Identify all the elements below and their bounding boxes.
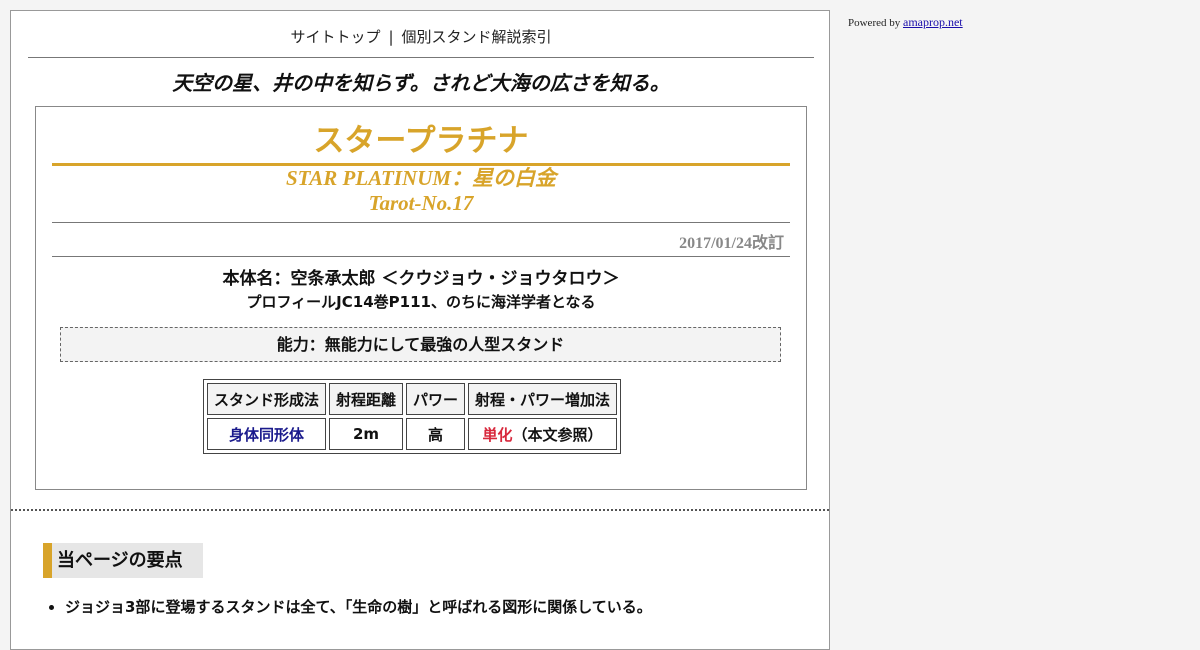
stand-user-profile: プロフィールJC14巻P111、のちに海洋学者となる xyxy=(246,293,596,311)
site-top-link[interactable]: サイトトップ xyxy=(290,28,380,46)
specs-increase-highlight: 単化 xyxy=(482,425,513,444)
stand-card: スタープラチナ STAR PLATINUM：星の白金 Tarot-No.17 2… xyxy=(35,106,807,490)
specs-value-row: 身体同形体 2m 高 単化（本文参照） xyxy=(207,418,618,450)
powered-by-label: Powered by xyxy=(848,17,901,29)
stand-user-name: 本体名：空条承太郎 ＜クウジョウ・ジョウタロウ＞ xyxy=(222,269,620,289)
stand-tarot: Tarot-No.17 xyxy=(368,191,474,215)
summary-heading: 当ページの要点 xyxy=(43,543,203,578)
specs-range: 2m xyxy=(329,418,404,450)
stand-name-jp: スタープラチナ xyxy=(52,121,790,166)
powered-by-link[interactable]: amaprop.net xyxy=(903,15,963,29)
revision-date: 2017/01/24改訂 xyxy=(679,235,784,252)
section-divider xyxy=(11,509,829,511)
specs-header-row: スタンド形成法 射程距離 パワー 射程・パワー増加法 xyxy=(207,383,618,415)
summary-list: ジョジョ3部に登場するスタンドは全て、「生命の樹」と呼ばれる図形に関係している。 xyxy=(45,595,825,623)
specs-increase-note: （本文参照） xyxy=(512,425,603,444)
main-panel: サイトトップ | 個別スタンド解説索引 天空の星、井の中を知らず。されど大海の広さを… xyxy=(10,10,830,650)
stand-name-en: STAR PLATINUM：星の白金 xyxy=(285,166,557,190)
specs-header-power: パワー xyxy=(406,383,466,415)
powered-by: Powered by amaprop.net xyxy=(848,15,963,30)
specs-formation: 身体同形体 xyxy=(207,418,327,450)
revision-bar: 2017/01/24改訂 xyxy=(52,222,790,257)
nav-separator: | xyxy=(388,28,394,46)
stand-index-link[interactable]: 個別スタンド解説索引 xyxy=(402,28,552,46)
specs-header-increase: 射程・パワー増加法 xyxy=(468,383,618,415)
stand-ability: 能力：無能力にして最強の人型スタンド xyxy=(60,327,781,362)
stand-specs-table: スタンド形成法 射程距離 パワー 射程・パワー増加法 身体同形体 2m 高 単化… xyxy=(203,379,622,454)
top-navigation: サイトトップ | 個別スタンド解説索引 xyxy=(28,25,814,58)
list-item: ジョジョ3部に登場するスタンドは全て、「生命の樹」と呼ばれる図形に関係している。 xyxy=(65,595,825,619)
specs-power: 高 xyxy=(406,418,466,450)
specs-increase: 単化（本文参照） xyxy=(468,418,618,450)
specs-header-formation: スタンド形成法 xyxy=(207,383,327,415)
page-tagline: 天空の星、井の中を知らず。されど大海の広さを知る。 xyxy=(172,71,670,95)
specs-header-range: 射程距離 xyxy=(329,383,404,415)
